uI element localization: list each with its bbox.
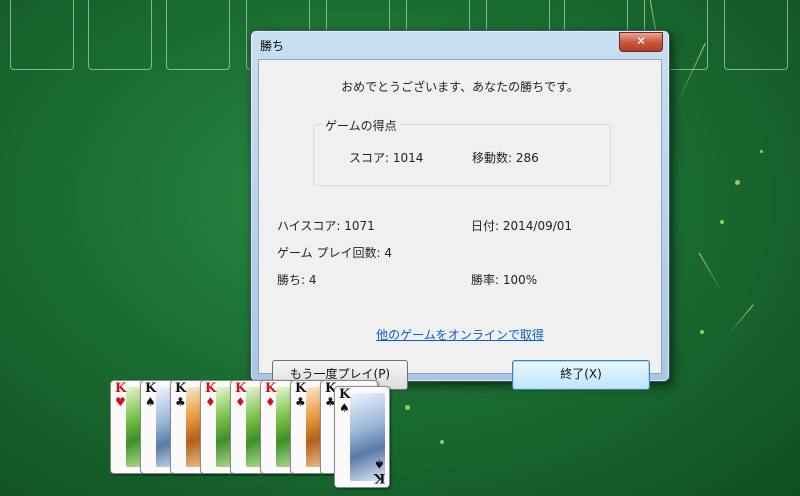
playing-card[interactable]: K ♠ K ♠ — [334, 386, 390, 488]
firework-ray — [727, 304, 754, 336]
card-rank: K — [145, 381, 157, 396]
card-suit-icon: ♦ — [265, 395, 276, 409]
moves-value: 移動数: 286 — [472, 151, 539, 165]
high-score: ハイスコア: 1071 — [277, 219, 375, 233]
sparkle — [405, 405, 410, 410]
card-rank: K — [339, 387, 351, 402]
card-suit-icon: ♣ — [295, 395, 306, 409]
card-rank: K — [265, 381, 277, 396]
card-rank: K — [115, 381, 127, 396]
game-score-legend: ゲームの得点 — [322, 117, 400, 134]
card-rank: K — [235, 381, 247, 396]
firework-ray — [698, 252, 723, 293]
card-rank: K — [295, 381, 307, 396]
score-value: スコア: 1014 — [349, 151, 424, 165]
sparkle — [700, 330, 704, 334]
win-rate: 勝率: 100% — [471, 273, 538, 287]
sparkle — [440, 440, 444, 444]
card-slot[interactable] — [166, 0, 230, 70]
sparkle — [720, 220, 724, 224]
card-suit-icon: ♠ — [339, 401, 350, 415]
card-rank: K — [373, 470, 385, 485]
wins-count: 勝ち: 4 — [277, 273, 317, 287]
win-dialog: 勝ち ✕ おめでとうございます、あなたの勝ちです。 ゲームの得点 スコア: 10… — [250, 30, 670, 390]
card-suit-icon: ♥ — [115, 395, 126, 409]
card-suit-icon: ♦ — [205, 395, 216, 409]
card-slot[interactable] — [88, 0, 152, 70]
dialog-title: 勝ち — [260, 39, 285, 53]
title-bar[interactable]: 勝ち ✕ — [251, 31, 669, 57]
games-played: ゲーム プレイ回数: 4 — [277, 246, 392, 260]
close-button[interactable]: ✕ — [619, 32, 663, 52]
sparkle — [760, 150, 763, 153]
date: 日付: 2014/09/01 — [471, 219, 573, 233]
card-rank: K — [175, 381, 187, 396]
game-score-group: ゲームの得点 スコア: 1014 移動数: 286 — [313, 117, 611, 186]
card-slot[interactable] — [724, 0, 788, 70]
congratulations-message: おめでとうございます、あなたの勝ちです。 — [341, 80, 579, 94]
card-slot[interactable] — [10, 0, 74, 70]
sparkle — [735, 180, 740, 185]
card-suit-icon: ♠ — [374, 457, 385, 471]
card-rank: K — [205, 381, 217, 396]
card-suit-icon: ♦ — [235, 395, 246, 409]
card-suit-icon: ♣ — [175, 395, 186, 409]
card-suit-icon: ♠ — [145, 395, 156, 409]
online-games-link[interactable]: 他のゲームをオンラインで取得 — [259, 326, 661, 343]
dialog-body: おめでとうございます、あなたの勝ちです。 ゲームの得点 スコア: 1014 移動… — [258, 59, 662, 390]
exit-button[interactable]: 終了(X) — [512, 360, 650, 390]
